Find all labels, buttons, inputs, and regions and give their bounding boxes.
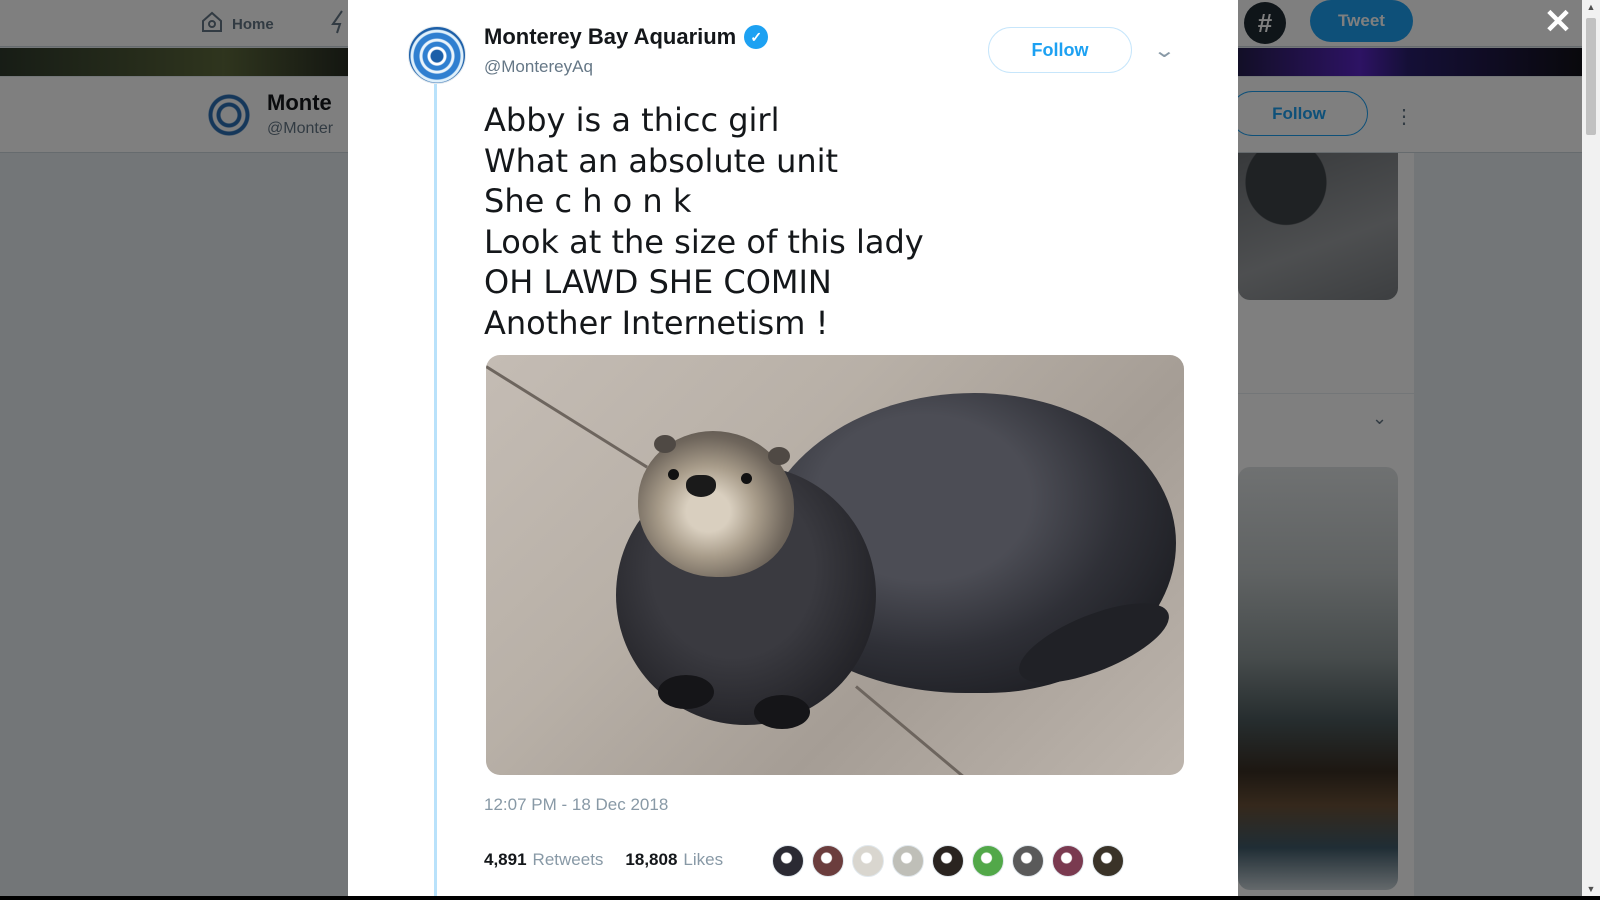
tweet-photo[interactable] (486, 355, 1184, 775)
tweet-text-line: Look at the size of this lady (484, 222, 924, 261)
author-avatar[interactable] (408, 26, 466, 84)
scrollbar[interactable]: ▲ ▼ (1582, 0, 1600, 896)
close-icon[interactable]: ✕ (1538, 2, 1578, 42)
thread-line (434, 84, 437, 896)
author-handle[interactable]: @MontereyAq (484, 57, 593, 77)
liker-avatar[interactable] (972, 845, 1004, 877)
liker-avatars (772, 845, 1124, 877)
liker-avatar[interactable] (1052, 845, 1084, 877)
liker-avatar[interactable] (1092, 845, 1124, 877)
otter-paw (658, 675, 714, 709)
tweet-text-line: Another Internetism ! (484, 303, 829, 342)
like-label[interactable]: Likes (683, 850, 723, 870)
tweet-modal: Monterey Bay Aquarium ✓ @MontereyAq Foll… (348, 0, 1238, 896)
rock-crack (855, 685, 965, 775)
otter-paw (754, 695, 810, 729)
scroll-up-arrow-icon[interactable]: ▲ (1582, 0, 1600, 14)
liker-avatar[interactable] (772, 845, 804, 877)
scrollbar-thumb[interactable] (1586, 18, 1596, 135)
liker-avatar[interactable] (932, 845, 964, 877)
otter-ear (768, 447, 790, 465)
otter-nose (686, 475, 716, 497)
otter-eye (668, 469, 679, 480)
tweet-text: Abby is a thicc girl What an absolute un… (484, 100, 924, 343)
liker-avatar[interactable] (812, 845, 844, 877)
otter-ear (654, 435, 676, 453)
verified-badge-icon: ✓ (744, 25, 769, 49)
like-count[interactable]: 18,808 (625, 850, 677, 870)
author-display-name[interactable]: Monterey Bay Aquarium (484, 24, 736, 50)
tweet-timestamp[interactable]: 12:07 PM - 18 Dec 2018 (484, 795, 668, 815)
chevron-down-icon[interactable]: ⌄ (1153, 38, 1176, 63)
liker-avatar[interactable] (852, 845, 884, 877)
rock-crack (486, 365, 648, 469)
scroll-down-arrow-icon[interactable]: ▼ (1582, 882, 1600, 896)
tweet-stats: 4,891 Retweets 18,808 Likes (484, 850, 739, 870)
retweet-count[interactable]: 4,891 (484, 850, 527, 870)
liker-avatar[interactable] (1012, 845, 1044, 877)
liker-avatar[interactable] (892, 845, 924, 877)
tweet-text-line: What an absolute unit (484, 141, 839, 180)
screen-bottom-edge (0, 896, 1600, 900)
tweet-text-line: She c h o n k (484, 182, 692, 220)
retweet-label[interactable]: Retweets (533, 850, 604, 870)
follow-button[interactable]: Follow (988, 27, 1132, 73)
author-name-row: Monterey Bay Aquarium ✓ (484, 24, 769, 50)
otter-eye (741, 473, 752, 484)
tweet-text-line: OH LAWD SHE COMIN (484, 263, 832, 301)
tweet-text-line: Abby is a thicc girl (484, 101, 780, 139)
